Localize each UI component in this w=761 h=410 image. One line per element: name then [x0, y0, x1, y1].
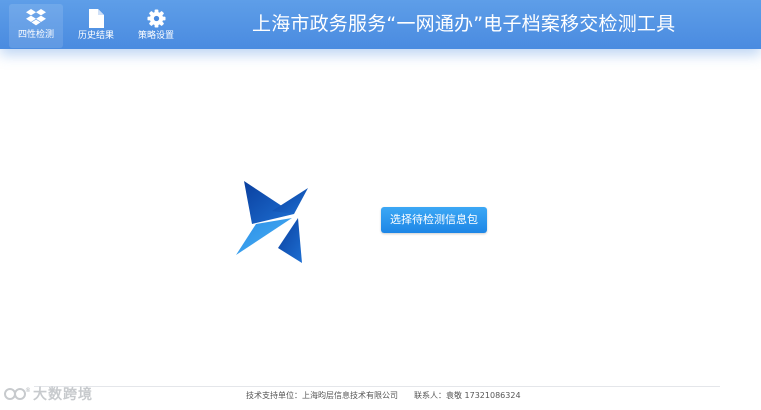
footer-contact: 联系人：袁敬 17321086324 — [414, 391, 521, 400]
file-icon — [89, 9, 104, 28]
nav-strategy[interactable]: 策略设置 — [129, 4, 183, 48]
app-title: 上海市政务服务“一网通办”电子档案移交检测工具 — [252, 13, 676, 35]
nav-history-label: 历史结果 — [77, 31, 114, 41]
dropbox-icon — [26, 9, 46, 26]
footer: 技术支持单位：上海昀层信息技术有限公司 联系人：袁敬 17321086324 — [246, 390, 521, 402]
nav-strategy-label: 策略设置 — [137, 31, 174, 41]
watermark-logo-icon: ® — [4, 387, 30, 400]
nav-history[interactable]: 历史结果 — [69, 4, 123, 48]
pinwheel-logo-icon — [236, 181, 308, 263]
gear-icon — [146, 9, 166, 28]
watermark-text: 大数跨境 — [33, 387, 93, 403]
top-bar: 四性检测 历史结果 策略设置 上海市政务服务“一网通办”电子档案移交检测工具 — [0, 0, 761, 49]
select-package-button[interactable]: 选择待检测信息包 — [381, 207, 487, 233]
svg-text:®: ® — [25, 387, 30, 394]
nav-four-check[interactable]: 四性检测 — [9, 4, 63, 48]
watermark: ® 大数跨境 — [4, 384, 93, 404]
footer-support: 技术支持单位：上海昀层信息技术有限公司 — [246, 391, 398, 400]
nav-four-check-label: 四性检测 — [17, 30, 54, 40]
footer-divider — [34, 386, 720, 387]
